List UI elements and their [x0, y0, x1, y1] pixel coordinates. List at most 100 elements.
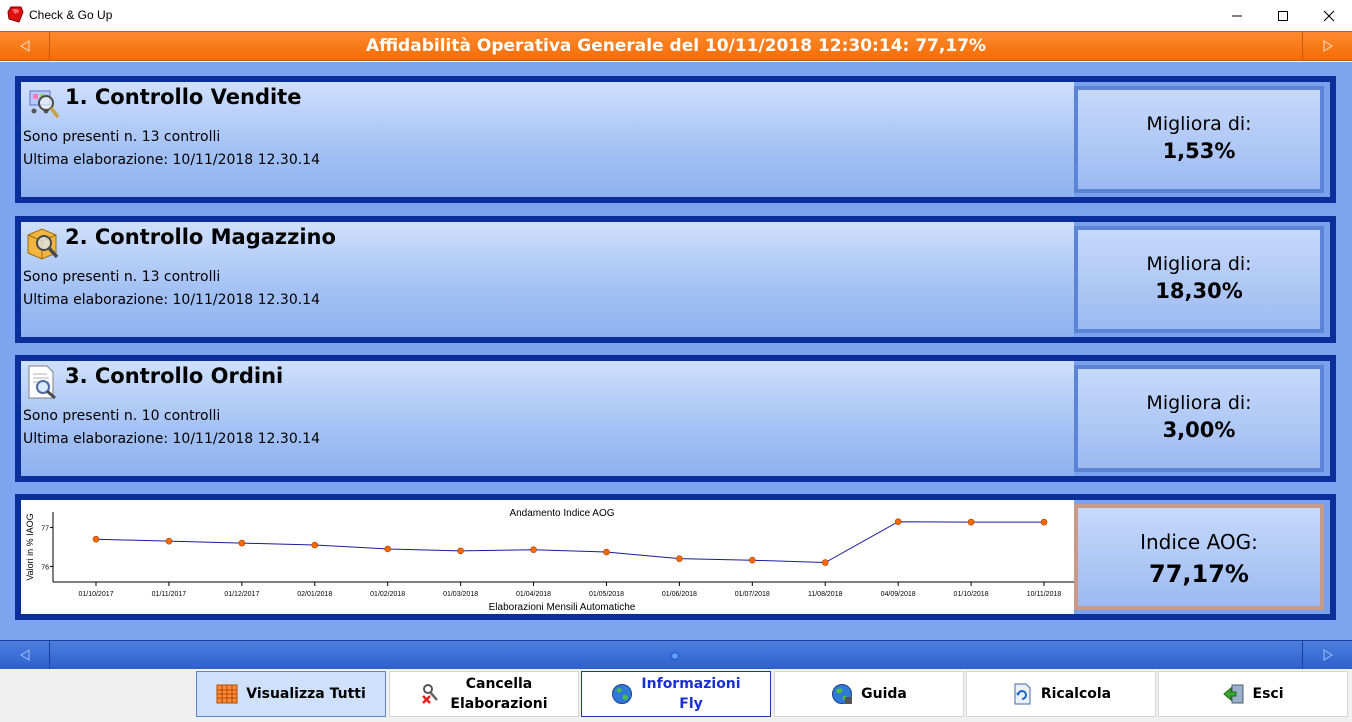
cart-magnifier-icon [29, 90, 60, 119]
title-bar: Check & Go Up [0, 0, 1352, 31]
app-logo-icon [7, 6, 24, 23]
chart-data-point [603, 548, 610, 556]
panel-last-processing: Ultima elaborazione: 10/11/2018 12.30.14 [23, 152, 320, 168]
aog-line-chart: Andamento Indice AOG Elaborazioni Mensili… [25, 508, 1074, 613]
minimize-icon [1232, 15, 1242, 16]
score-label: Migliora di: [1146, 253, 1252, 275]
refresh-document-icon [1014, 683, 1031, 705]
clear-tools-icon [422, 684, 439, 704]
panel-body: 1. Controllo Vendite Sono presenti n. 13… [21, 82, 1074, 197]
close-icon [1323, 10, 1335, 21]
chart-data-point [749, 556, 756, 564]
panel-controllo-magazzino[interactable]: 2. Controllo Magazzino Sono presenti n. … [15, 216, 1336, 343]
close-button[interactable] [1306, 0, 1352, 31]
panel-controllo-vendite[interactable]: 1. Controllo Vendite Sono presenti n. 13… [15, 76, 1336, 203]
visualizza-tutti-button[interactable]: Visualizza Tutti [196, 671, 386, 717]
panel-scrollbar[interactable] [0, 640, 1352, 669]
score-value: 3,00% [1162, 418, 1236, 442]
arrow-right-icon [1323, 40, 1333, 52]
arrow-left-icon [19, 40, 29, 52]
chart-x-tick-label: 11/08/2018 [808, 591, 843, 598]
informazioni-fly-button[interactable]: Informazioni Fly [581, 671, 771, 717]
scroll-right-button[interactable] [1302, 641, 1352, 669]
panel-count-text: Sono presenti n. 13 controlli [23, 129, 221, 145]
arrow-left-icon [19, 649, 29, 661]
chart-x-tick-label: 01/02/2018 [370, 591, 405, 598]
button-label: Esci [1252, 686, 1284, 702]
esci-button[interactable]: Esci [1158, 671, 1348, 717]
page-indicator-dot[interactable] [671, 652, 679, 660]
banner-prev-button[interactable] [0, 32, 50, 60]
panel-body: 2. Controllo Magazzino Sono presenti n. … [21, 222, 1074, 337]
panel-count-text: Sono presenti n. 10 controlli [23, 408, 221, 424]
aog-score-box: Indice AOG: 77,17% [1074, 504, 1324, 610]
chart-data-point [92, 535, 100, 543]
scroll-left-button[interactable] [0, 641, 50, 669]
score-value: 18,30% [1155, 279, 1243, 303]
panel-title: 3. Controllo Ordini [65, 364, 284, 388]
chart-data-point [311, 541, 319, 549]
calendar-grid-icon [216, 684, 238, 704]
chart-x-tick-label: 01/03/2018 [443, 591, 478, 598]
box-magnifier-icon [27, 228, 59, 260]
chart-x-axis-label: Elaborazioni Mensili Automatiche [489, 602, 636, 613]
guida-button[interactable]: Guida [774, 671, 964, 717]
chart-x-tick-label: 04/09/2018 [881, 591, 916, 598]
button-label: Cancella Elaborazioni [450, 676, 548, 712]
panel-body: 3. Controllo Ordini Sono presenti n. 10 … [21, 361, 1074, 476]
chart-x-tick-label: 01/05/2018 [589, 591, 624, 598]
chart-x-tick-label: 01/10/2017 [78, 591, 113, 598]
button-label: Ricalcola [1040, 686, 1112, 702]
chart-x-tick-label: 01/07/2018 [735, 591, 770, 598]
score-box: Migliora di: 18,30% [1074, 226, 1324, 333]
score-box: Migliora di: 3,00% [1074, 365, 1324, 472]
chart-x-tick-label: 02/01/2018 [297, 591, 332, 598]
panel-aog-chart: Andamento Indice AOG Elaborazioni Mensili… [15, 494, 1336, 620]
chart-data-point [821, 559, 829, 566]
chart-y-tick-label: 77 [41, 526, 49, 533]
score-box: Migliora di: 1,53% [1074, 86, 1324, 193]
bottom-toolbar: Visualizza Tutti Cancella Elaborazioni I… [0, 669, 1352, 722]
aog-value: 77,17% [1149, 560, 1249, 588]
chart-data-point [1040, 518, 1048, 526]
arrow-right-icon [1323, 649, 1333, 661]
chart-x-tick-label: 10/11/2018 [1027, 591, 1062, 598]
maximize-button[interactable] [1260, 0, 1306, 31]
globe-icon [612, 684, 633, 704]
chart-data-point [457, 547, 464, 555]
score-label: Migliora di: [1146, 113, 1252, 135]
button-label: Guida [861, 686, 907, 702]
document-magnifier-icon [28, 365, 56, 400]
panel-controllo-ordini[interactable]: 3. Controllo Ordini Sono presenti n. 10 … [15, 355, 1336, 482]
cancella-elaborazioni-button[interactable]: Cancella Elaborazioni [389, 671, 579, 717]
globe-help-icon [832, 684, 853, 704]
banner-next-button[interactable] [1302, 32, 1352, 60]
score-value: 1,53% [1162, 139, 1236, 163]
chart-data-point [165, 537, 173, 545]
status-banner: Affidabilità Operativa Generale del 10/1… [0, 31, 1352, 61]
minimize-button[interactable] [1214, 0, 1260, 31]
maximize-icon [1278, 10, 1288, 21]
score-label: Migliora di: [1146, 392, 1252, 414]
panel-count-text: Sono presenti n. 13 controlli [23, 269, 221, 285]
chart-data-point [238, 539, 246, 547]
chart-x-tick-label: 01/10/2018 [954, 591, 989, 598]
main-area: 1. Controllo Vendite Sono presenti n. 13… [0, 62, 1352, 640]
banner-title: Affidabilità Operativa Generale del 10/1… [365, 36, 987, 56]
panel-title: 1. Controllo Vendite [65, 85, 302, 109]
chart-series-line [95, 521, 1044, 564]
exit-door-icon [1222, 684, 1243, 704]
panel-last-processing: Ultima elaborazione: 10/11/2018 12.30.14 [23, 292, 320, 308]
chart-x-tick-label: 01/06/2018 [662, 591, 697, 598]
window-title: Check & Go Up [29, 8, 113, 22]
app-window: Check & Go Up Affidabilità Operativa Gen… [0, 0, 1352, 722]
chart-data-point [384, 545, 391, 553]
chart-y-tick-label: 76 [41, 564, 49, 571]
chart-x-tick-label: 01/11/2017 [152, 591, 187, 598]
aog-label: Indice AOG: [1140, 530, 1258, 554]
ricalcola-button[interactable]: Ricalcola [966, 671, 1156, 717]
chart-body: Andamento Indice AOG Elaborazioni Mensili… [21, 500, 1074, 614]
chart-x-tick-label: 01/04/2018 [516, 591, 551, 598]
panel-last-processing: Ultima elaborazione: 10/11/2018 12.30.14 [23, 431, 320, 447]
chart-title: Andamento Indice AOG [509, 508, 614, 519]
